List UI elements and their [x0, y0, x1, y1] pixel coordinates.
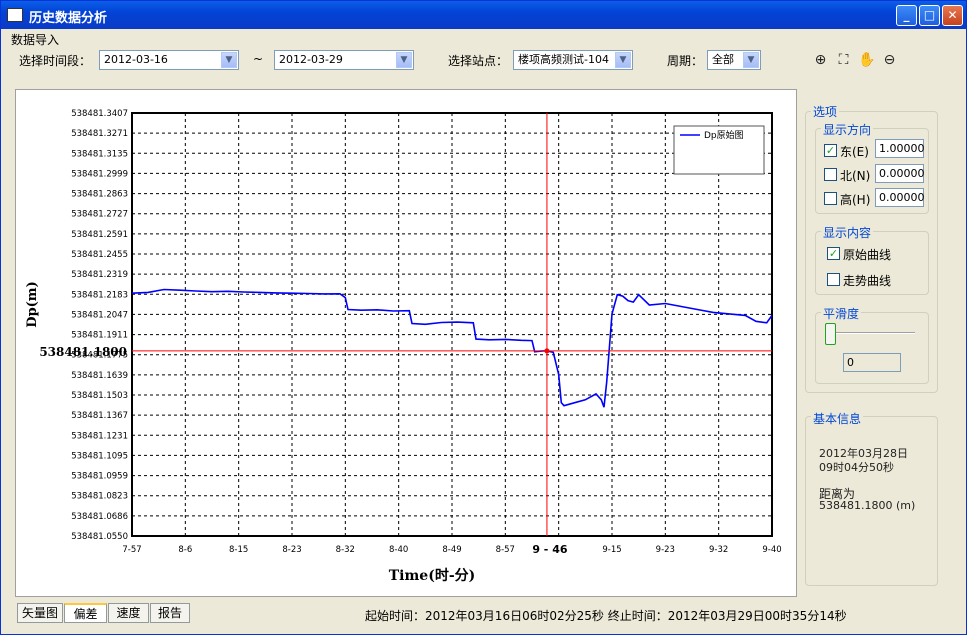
period-label: 周期： — [667, 54, 704, 68]
y-tick-label: 538481.2319 — [71, 270, 128, 280]
trend-curve-label: 走势曲线 — [843, 274, 892, 288]
y-tick-label: 538481.2455 — [71, 250, 128, 260]
deviation-chart[interactable]: 538481.3407 538481.3271 538481.3135 538481.… — [16, 90, 796, 596]
y-tick-label: 538481.0959 — [71, 472, 128, 482]
station-label: 选择站点： — [448, 54, 509, 68]
options-panel: 选项 显示方向 ✓ 东(E) 1.00000 北(N) 0.00000 高(H)… — [805, 103, 939, 587]
end-date-value: 2012-03-29 — [279, 53, 343, 66]
chevron-down-icon[interactable]: ▼ — [615, 52, 631, 68]
zoom-out-icon[interactable]: ⊖ — [881, 52, 898, 69]
x-tick-label: 8-40 — [389, 545, 408, 555]
x-tick-label: 8-15 — [229, 545, 248, 555]
height-scale-input[interactable]: 0.00000 — [875, 188, 925, 207]
basic-info-title: 基本信息 — [811, 410, 864, 427]
x-axis-title: Time(时-分) — [389, 567, 476, 584]
tab-vector[interactable]: 矢量图 — [17, 603, 63, 623]
minimize-button[interactable]: _ — [896, 5, 917, 26]
y-tick-label: 538481.2183 — [71, 290, 128, 300]
cursor-point — [544, 348, 550, 354]
y-tick-label: 538481.0823 — [71, 492, 128, 502]
north-label: 北(N) — [840, 169, 871, 183]
y-tick-label: 538481.2863 — [71, 190, 128, 200]
x-tick-label: 7-57 — [122, 545, 141, 555]
y-tick-label: 538481.2727 — [71, 210, 128, 220]
x-tick-label: 8-57 — [496, 545, 515, 555]
window-title: 历史数据分析 — [29, 11, 108, 26]
y-tick-label: 538481.1231 — [71, 431, 128, 441]
trend-curve-checkbox[interactable] — [827, 273, 840, 286]
x-tick-label: 8-6 — [178, 545, 192, 555]
start-date-value: 2012-03-16 — [104, 53, 168, 66]
tab-report[interactable]: 报告 — [150, 603, 190, 623]
north-checkbox[interactable] — [824, 168, 837, 181]
chart-panel[interactable]: 538481.3407 538481.3271 538481.3135 538481.… — [15, 89, 797, 597]
station-value: 楼项高频测试-104 — [518, 53, 609, 66]
menu-data-import[interactable]: 数据导入 — [11, 33, 59, 47]
smoothing-title: 平滑度 — [821, 305, 862, 322]
app-icon — [7, 8, 23, 22]
station-select[interactable]: 楼项高频测试-104 ▼ — [513, 50, 633, 70]
smoothing-slider-thumb[interactable] — [825, 323, 836, 345]
chevron-down-icon[interactable]: ▼ — [396, 52, 412, 68]
tab-velocity[interactable]: 速度 — [108, 603, 149, 623]
period-value: 全部 — [712, 53, 734, 66]
y-tick-label: 538481.1367 — [71, 411, 128, 421]
y-tick-label: 538481.1639 — [71, 371, 128, 381]
y-tick-label: 538481.3271 — [71, 129, 128, 139]
start-date-picker[interactable]: 2012-03-16 ▼ — [99, 50, 239, 70]
period-select[interactable]: 全部 ▼ — [707, 50, 761, 70]
y-tick-label: 538481.2999 — [71, 169, 128, 179]
chevron-down-icon[interactable]: ▼ — [743, 52, 759, 68]
x-tick-label: 8-23 — [282, 545, 301, 555]
y-tick-label: 538481.1095 — [71, 451, 128, 461]
menu-bar: 数据导入 — [11, 31, 59, 48]
chevron-down-icon[interactable]: ▼ — [221, 52, 237, 68]
app-window: 历史数据分析 _ □ ✕ 数据导入 选择时间段： 2012-03-16 ▼ ~ … — [0, 0, 967, 635]
x-tick-label: 9-15 — [602, 545, 621, 555]
raw-curve-checkbox[interactable]: ✓ — [827, 247, 840, 260]
y-tick-label: 538481.1503 — [71, 391, 128, 401]
x-tick-label: 8-49 — [442, 545, 461, 555]
y-tick-label: 538481.2047 — [71, 310, 128, 320]
time-range-label: 选择时间段： — [19, 54, 92, 68]
status-bar: 起始时间：2012年03月16日06时02分25秒 终止时间：2012年03月2… — [365, 609, 847, 623]
content-title: 显示内容 — [821, 224, 874, 241]
x-tick-label: 9-40 — [762, 545, 781, 555]
east-scale-input[interactable]: 1.00000 — [875, 139, 925, 158]
y-tick-label: 538481.2591 — [71, 230, 128, 240]
range-tilde: ~ — [253, 52, 264, 66]
smoothing-value: 0 — [843, 353, 901, 372]
zoom-in-icon[interactable]: ⊕ — [812, 52, 829, 69]
hand-pan-icon[interactable]: ✋ — [858, 52, 875, 69]
height-checkbox[interactable] — [824, 192, 837, 205]
east-checkbox[interactable]: ✓ — [824, 144, 837, 157]
x-tick-label: 9-23 — [656, 545, 675, 555]
cursor-x-label: 9 - 46 — [532, 543, 568, 556]
y-tick-label: 538481.3407 — [71, 109, 128, 119]
raw-curve-label: 原始曲线 — [843, 248, 892, 262]
y-tick-label: 538481.3135 — [71, 149, 128, 159]
title-bar[interactable]: 历史数据分析 _ □ ✕ — [1, 1, 966, 29]
distance-value: 538481.1800 (m) — [819, 499, 916, 512]
east-label: 东(E) — [840, 145, 869, 159]
x-tick-label: 8-32 — [336, 545, 355, 555]
cursor-time: 09时04分50秒 — [819, 461, 894, 474]
y-axis-title: Dp(m) — [25, 281, 40, 327]
y-tick-label: 538481.0550 — [71, 532, 128, 542]
smoothing-track[interactable] — [829, 332, 915, 334]
direction-title: 显示方向 — [821, 121, 874, 138]
legend-label: Dp原始图 — [704, 129, 744, 141]
maximize-button[interactable]: □ — [919, 5, 940, 26]
north-scale-input[interactable]: 0.00000 — [875, 164, 925, 183]
tab-deviation[interactable]: 偏差 — [64, 603, 107, 623]
cursor-y-label: 538481.1800 — [39, 345, 127, 359]
options-title: 选项 — [811, 103, 840, 120]
x-tick-label: 9-32 — [709, 545, 728, 555]
close-button[interactable]: ✕ — [942, 5, 963, 26]
y-tick-label: 538481.1911 — [71, 331, 128, 341]
height-label: 高(H) — [840, 193, 871, 207]
end-date-picker[interactable]: 2012-03-29 ▼ — [274, 50, 414, 70]
y-tick-label: 538481.0686 — [71, 512, 128, 522]
fit-view-icon[interactable]: ⛶ — [835, 52, 852, 69]
